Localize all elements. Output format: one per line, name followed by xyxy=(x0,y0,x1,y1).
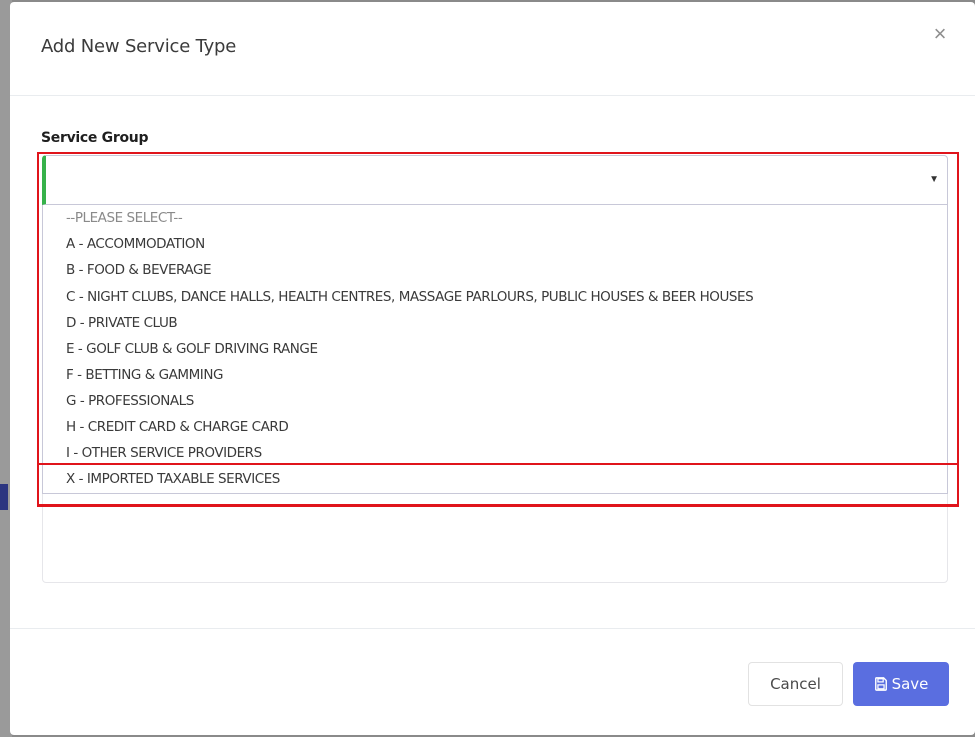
dropdown-arrow-icon: ▼ xyxy=(929,174,939,185)
service-group-label: Service Group xyxy=(41,130,149,146)
option-h[interactable]: H - CREDIT CARD & CHARGE CARD xyxy=(66,419,289,435)
cancel-button[interactable]: Cancel xyxy=(748,662,843,706)
option-i[interactable]: I - OTHER SERVICE PROVIDERS xyxy=(66,445,262,461)
save-button-label: Save xyxy=(891,675,929,693)
close-icon[interactable]: × xyxy=(928,22,952,46)
option-e[interactable]: E - GOLF CLUB & GOLF DRIVING RANGE xyxy=(66,341,318,357)
add-service-type-modal: Add New Service Type × Service Group ▼ -… xyxy=(10,2,975,735)
modal-title: Add New Service Type xyxy=(41,36,237,57)
option-x[interactable]: X - IMPORTED TAXABLE SERVICES xyxy=(66,471,280,487)
option-b[interactable]: B - FOOD & BEVERAGE xyxy=(66,262,212,278)
save-button[interactable]: Save xyxy=(853,662,949,706)
option-c[interactable]: C - NIGHT CLUBS, DANCE HALLS, HEALTH CEN… xyxy=(66,289,754,305)
save-icon xyxy=(874,677,887,691)
service-group-options: --PLEASE SELECT-- A - ACCOMMODATION B - … xyxy=(42,205,948,494)
option-g[interactable]: G - PROFESSIONALS xyxy=(66,393,194,409)
cancel-button-label: Cancel xyxy=(770,675,821,693)
background-strip xyxy=(0,484,8,510)
modal-header: Add New Service Type × xyxy=(10,2,975,96)
option-please-select[interactable]: --PLEASE SELECT-- xyxy=(66,210,183,226)
option-a[interactable]: A - ACCOMMODATION xyxy=(66,236,205,252)
option-d[interactable]: D - PRIVATE CLUB xyxy=(66,315,178,331)
option-f[interactable]: F - BETTING & GAMMING xyxy=(66,367,223,383)
service-group-select[interactable]: ▼ xyxy=(42,155,948,205)
